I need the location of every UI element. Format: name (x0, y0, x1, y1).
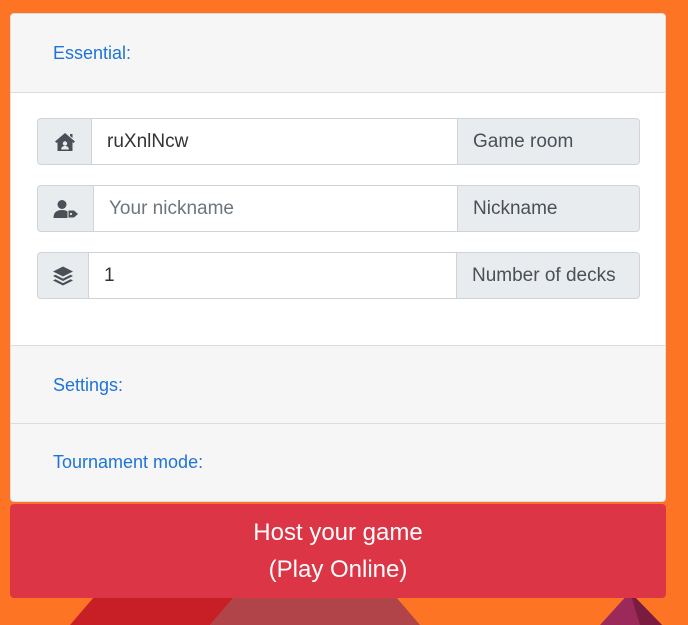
nickname-label: Nickname (458, 185, 640, 232)
host-game-button[interactable]: Host your game (Play Online) (10, 504, 666, 598)
game-setup-panel: Essential: Game room Nickname (10, 13, 666, 502)
decks-input[interactable] (88, 252, 457, 299)
host-button-line2: (Play Online) (268, 556, 408, 583)
game-room-input[interactable] (91, 118, 458, 165)
game-room-label: Game room (458, 118, 640, 165)
game-room-group: Game room (37, 118, 640, 165)
user-tag-icon (37, 185, 93, 232)
host-button-line1: Host your game (253, 519, 423, 546)
essential-section-header: Essential: (11, 14, 665, 93)
tournament-section-header: Tournament mode: (11, 424, 665, 501)
layer-group-icon (37, 252, 88, 299)
settings-section-toggle[interactable]: Settings: (53, 375, 123, 396)
nickname-input[interactable] (93, 185, 458, 232)
house-user-icon (37, 118, 91, 165)
essential-section-toggle[interactable]: Essential: (53, 43, 131, 64)
nickname-group: Nickname (37, 185, 640, 232)
decks-group: Number of decks (37, 252, 640, 299)
settings-section-header: Settings: (11, 345, 665, 424)
decks-label: Number of decks (457, 252, 640, 299)
tournament-section-toggle[interactable]: Tournament mode: (53, 452, 203, 473)
